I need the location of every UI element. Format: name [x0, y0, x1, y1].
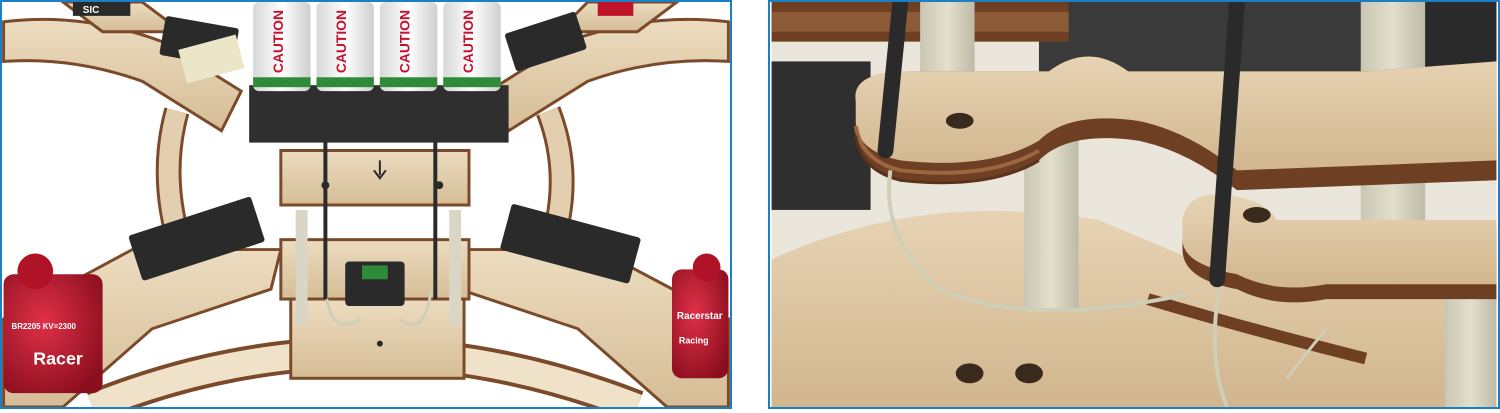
motor-left: Racer BR2205 KV=2300: [3, 253, 103, 394]
motor-left-brand: Racer: [33, 348, 83, 368]
battery-3-label: CAUTION: [397, 10, 413, 73]
battery-4: CAUTION: [443, 2, 501, 92]
motor-right-brand: Racerstar: [677, 311, 723, 322]
top-corner-text: SIC: [83, 5, 100, 16]
battery-2-label: CAUTION: [333, 10, 349, 73]
motor-right: Racerstar Racing: [671, 253, 729, 379]
drone-frame-closeup-panel: CAUTION CAUTION CAUTION CAUTION Racer BR…: [0, 0, 732, 409]
motor-right-spec: Racing: [679, 336, 709, 346]
battery-2: CAUTION: [316, 2, 374, 92]
motor-left-spec: BR2205 KV=2300: [12, 322, 77, 331]
center-stack: [279, 149, 471, 380]
plywood-wiring-illustration: [771, 2, 1497, 407]
plywood-wiring-closeup-panel: [768, 0, 1500, 409]
drone-frame-illustration: CAUTION CAUTION CAUTION CAUTION Racer BR…: [2, 2, 730, 407]
battery-4-label: CAUTION: [460, 10, 476, 73]
battery-3: CAUTION: [379, 2, 438, 92]
battery-1-label: CAUTION: [270, 10, 286, 73]
battery-pack: CAUTION CAUTION CAUTION CAUTION: [249, 2, 509, 143]
battery-1: CAUTION: [253, 2, 311, 92]
